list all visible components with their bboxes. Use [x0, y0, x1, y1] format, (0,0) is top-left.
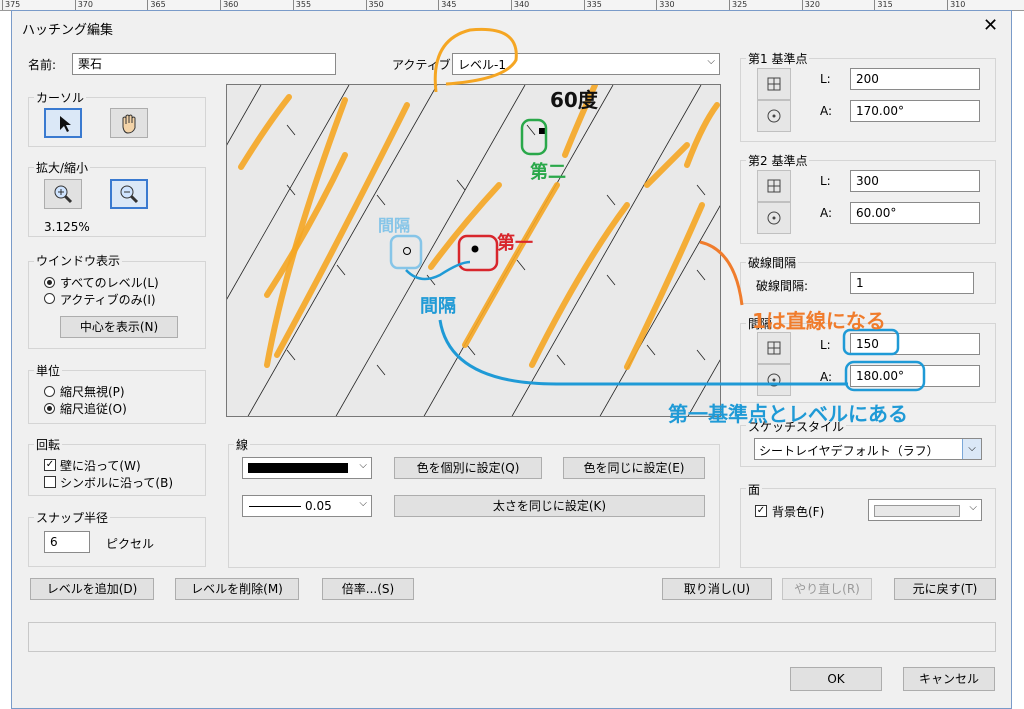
- orange-arrow-annotation: [699, 240, 744, 306]
- lightblue-box-annotation: [389, 234, 423, 270]
- annotation-line-note: 1は直線になる: [752, 309, 886, 333]
- green-box-annotation: [520, 118, 548, 156]
- spacing-A-highlight: [844, 360, 926, 392]
- annotation-spacing-small: 間隔: [378, 216, 411, 235]
- red-box-annotation: [457, 234, 499, 272]
- blue-link-annotation: [405, 260, 471, 281]
- orange-circle-annotation: [433, 27, 518, 93]
- annotation-second: 第二: [530, 162, 566, 183]
- annotation-spacing-big: 間隔: [420, 296, 456, 317]
- annotation-level-note: 第一基準点とレベルにある: [668, 402, 908, 426]
- annotation-angle: 60度: [550, 88, 598, 112]
- annotation-first: 第一: [497, 233, 533, 254]
- annotation-overlay: [389, 27, 926, 392]
